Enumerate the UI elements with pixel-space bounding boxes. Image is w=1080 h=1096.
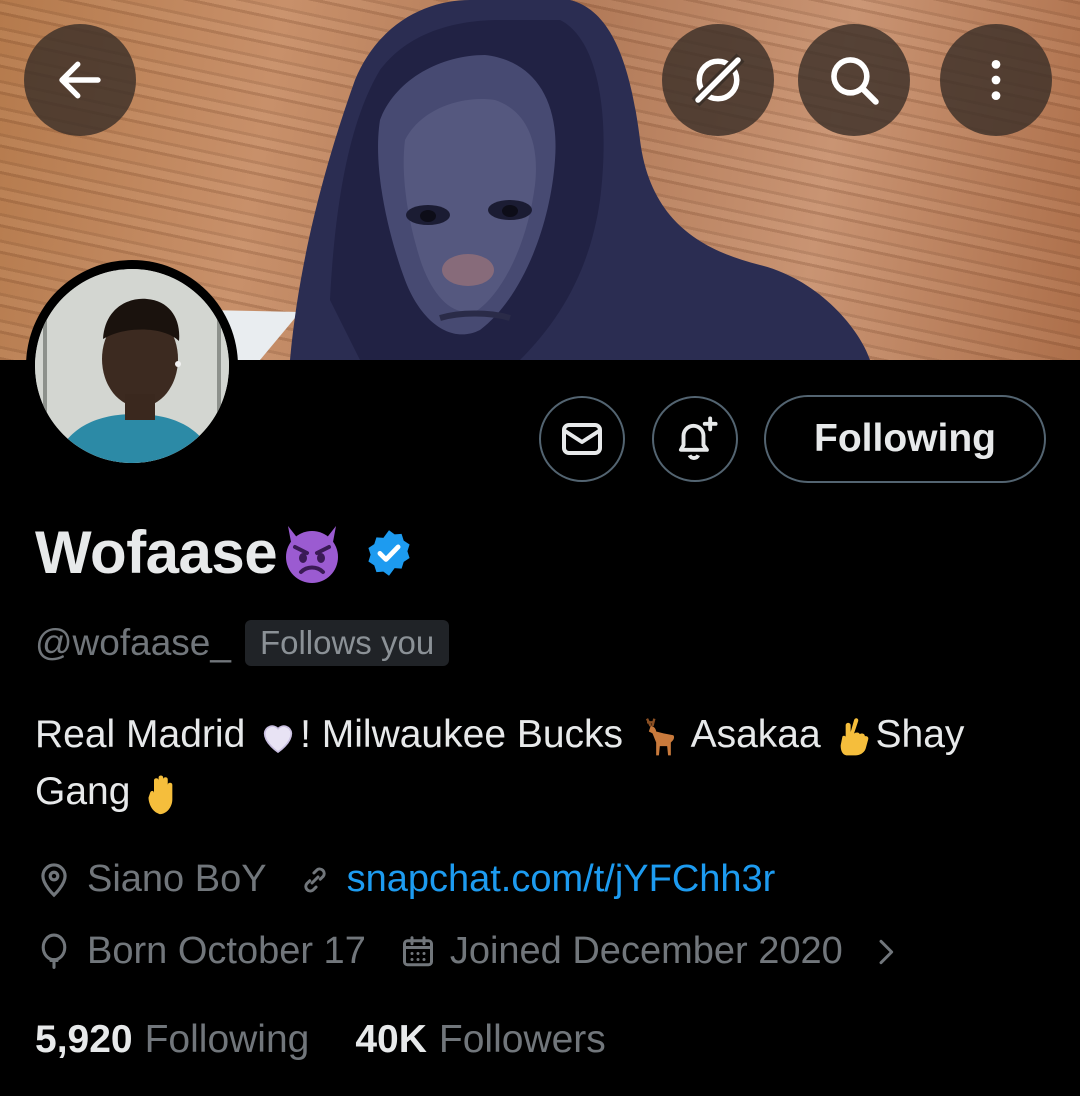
birthday-text: Born October 17 — [87, 930, 366, 972]
white-heart-emoji — [263, 725, 293, 753]
following-button[interactable]: Following — [764, 395, 1046, 483]
followers-count: 40K — [355, 1018, 427, 1061]
following-count: 5,920 — [35, 1018, 133, 1061]
following-stat[interactable]: 5,920 Following — [35, 1018, 309, 1062]
bio-text-1: Real Madrid — [35, 713, 257, 756]
back-button[interactable] — [24, 24, 136, 136]
display-name: Wofaase — [35, 519, 278, 586]
more-vertical-icon — [991, 60, 1001, 100]
meta-row-dates: Born October 17 Joined December 2020 — [35, 930, 901, 973]
envelope-icon — [562, 423, 602, 455]
location-text: Siano BoY — [87, 858, 267, 900]
following-label: Following — [144, 1018, 310, 1061]
joined-text: Joined December 2020 — [449, 930, 843, 972]
location-pin-icon — [41, 862, 67, 897]
link-icon — [303, 867, 326, 892]
more-info-button[interactable] — [869, 936, 901, 968]
bio-text-3: Asakaa — [681, 713, 832, 756]
followers-stat[interactable]: 40K Followers — [355, 1018, 605, 1062]
angry-devil-emoji — [286, 525, 339, 583]
handle-row: @wofaase_ Follows you — [35, 620, 450, 666]
grok-icon — [691, 53, 745, 107]
bio-text-2: ! Milwaukee Bucks — [300, 713, 634, 756]
profile-name-row: Wofaase — [35, 518, 415, 587]
bell-plus-icon — [678, 416, 718, 460]
notifications-button[interactable] — [652, 396, 738, 482]
verified-badge-icon — [368, 529, 410, 576]
message-button[interactable] — [539, 396, 625, 482]
search-button[interactable] — [798, 24, 910, 136]
user-handle: @wofaase_ — [35, 622, 231, 663]
meta-row-location: Siano BoY snapchat.com/t/jYFChh3r — [35, 858, 775, 901]
follow-stats: 5,920 Following 40K Followers — [35, 1018, 606, 1062]
raised-hand-emoji — [148, 775, 173, 814]
crossed-fingers-emoji — [840, 717, 868, 756]
calendar-icon — [402, 935, 433, 966]
profile-link[interactable]: snapchat.com/t/jYFChh3r — [347, 858, 776, 901]
avatar-photo — [35, 269, 229, 463]
arrow-left-icon — [59, 61, 101, 99]
grok-button[interactable] — [662, 24, 774, 136]
profile-bio: Real Madrid ! Milwaukee Bucks Asakaa Sha… — [35, 706, 1055, 820]
chevron-right-icon — [879, 939, 893, 964]
follows-you-badge: Follows you — [244, 620, 450, 666]
followers-label: Followers — [438, 1018, 606, 1061]
profile-avatar[interactable] — [26, 260, 238, 472]
balloon-icon — [41, 933, 67, 969]
more-options-button[interactable] — [940, 24, 1052, 136]
search-icon — [831, 57, 879, 105]
deer-emoji — [645, 717, 674, 756]
